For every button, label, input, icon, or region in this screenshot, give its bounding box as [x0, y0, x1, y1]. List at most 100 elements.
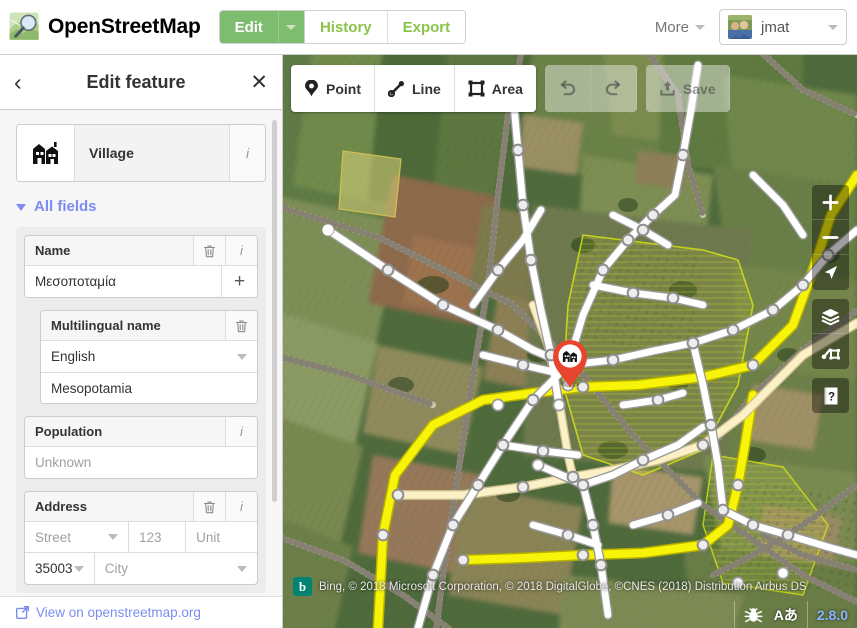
bug-icon — [744, 607, 763, 622]
imagery-attribution: b Bing, © 2018 Microsoft Corporation, © … — [293, 577, 807, 596]
zoom-controls-group — [812, 185, 849, 290]
name-input[interactable]: Μεσοποταμία — [25, 266, 221, 297]
village-icon — [17, 125, 75, 181]
address-row-1: Street 123 Unit — [25, 522, 257, 553]
help-icon: ? — [824, 387, 837, 404]
chevron-down-icon — [237, 565, 247, 572]
draw-point-button[interactable]: Point — [291, 65, 375, 112]
trash-icon[interactable] — [225, 311, 257, 340]
field-name-input-row: Μεσοποταμία + — [25, 266, 257, 297]
nav-edit-dropdown-button[interactable] — [278, 11, 305, 43]
multilingual-name-input[interactable]: Mesopotamia — [41, 373, 257, 403]
chevron-down-icon — [237, 353, 247, 360]
feature-type-label: Village — [75, 125, 229, 181]
save-icon — [660, 81, 675, 96]
all-fields-label: All fields — [34, 198, 97, 215]
report-bug-button[interactable] — [733, 601, 772, 628]
more-menu-label: More — [654, 18, 689, 36]
address-city-input[interactable]: City — [95, 553, 257, 584]
chevron-down-icon — [286, 24, 297, 30]
address-street-input[interactable]: Street — [25, 522, 129, 552]
geolocate-button[interactable] — [812, 255, 849, 290]
all-fields-disclosure[interactable]: All fields — [16, 198, 266, 215]
user-name-label: jmat — [761, 18, 790, 36]
main-nav: Edit History Export — [218, 10, 467, 44]
zoom-out-button[interactable] — [812, 220, 849, 255]
save-button[interactable]: Save — [646, 65, 730, 112]
area-icon — [468, 80, 485, 97]
locale-selector-button[interactable]: Aあ — [772, 601, 807, 628]
multilingual-language-select[interactable]: English — [41, 341, 237, 372]
openstreetmap-logo[interactable] — [8, 10, 42, 44]
field-multilingual-label: Multilingual name — [51, 318, 161, 333]
map-footer-bar: Aあ 2.8.0 — [733, 601, 857, 628]
draw-line-label: Line — [412, 80, 441, 97]
background-settings-button[interactable] — [812, 299, 849, 334]
redo-button[interactable] — [591, 65, 637, 112]
nav-export-button[interactable]: Export — [387, 11, 466, 43]
field-address-header: Address i — [25, 492, 257, 522]
map-data-button[interactable] — [812, 334, 849, 369]
tree-connector — [69, 310, 70, 311]
chevron-down-icon — [828, 24, 838, 30]
user-menu-button[interactable]: jmat — [719, 9, 847, 45]
field-population-label: Population — [35, 424, 103, 439]
field-address-label: Address — [35, 499, 88, 514]
draw-point-label: Point — [326, 80, 361, 97]
field-name-info-button[interactable]: i — [225, 236, 257, 265]
undo-button[interactable] — [545, 65, 591, 112]
help-button[interactable]: ? — [812, 378, 849, 413]
address-postcode-value: 35003 — [35, 561, 73, 576]
draw-line-button[interactable]: Line — [375, 65, 455, 112]
field-address-info-button[interactable]: i — [225, 492, 257, 521]
address-row-2: 35003 City — [25, 553, 257, 584]
map-draw-toolbar: Point Line Area Save — [291, 65, 739, 112]
map-imagery-and-vectors — [283, 55, 857, 628]
locale-label: Aあ — [773, 606, 798, 623]
field-name: Name i Μεσοποταμία + — [24, 235, 258, 298]
page-title: Edit feature — [86, 71, 186, 92]
trash-icon[interactable] — [193, 492, 225, 521]
nav-edit-button[interactable]: Edit — [219, 11, 279, 43]
draw-area-label: Area — [491, 80, 523, 97]
feature-type-info-button[interactable]: i — [229, 125, 265, 181]
sidebar-header: ‹ Edit feature ✕ — [0, 55, 282, 110]
external-link-icon — [16, 606, 29, 619]
entity-editor-sidebar: ‹ Edit feature ✕ Village i All fields Na… — [0, 55, 283, 628]
save-group: Save — [645, 65, 730, 112]
field-name-label: Name — [35, 243, 71, 258]
chevron-down-icon — [73, 565, 84, 572]
chevron-down-icon — [695, 24, 705, 30]
population-input[interactable]: Unknown — [25, 447, 257, 478]
address-housenumber-input[interactable]: 123 — [129, 522, 187, 552]
address-postcode-input[interactable]: 35003 — [25, 553, 95, 584]
multilingual-value-row: Mesopotamia — [41, 372, 257, 403]
back-button[interactable]: ‹ — [14, 70, 22, 94]
feature-type-row[interactable]: Village i — [16, 124, 266, 182]
sidebar-scrollbar[interactable] — [272, 120, 277, 502]
add-multilingual-name-button[interactable]: + — [221, 266, 257, 297]
close-icon[interactable]: ✕ — [250, 72, 268, 93]
map-canvas[interactable]: Point Line Area Save ? b Bing, © 2018 Mi… — [283, 55, 857, 628]
layers-icon — [821, 308, 840, 325]
field-address: Address i Street 123 Unit 35003 City — [24, 491, 258, 585]
zoom-in-button[interactable] — [812, 185, 849, 220]
multilingual-language-row: English — [41, 341, 257, 372]
minus-icon — [822, 235, 839, 239]
field-multilingual-header: Multilingual name — [41, 311, 257, 341]
nav-history-button[interactable]: History — [304, 11, 388, 43]
point-icon — [305, 80, 318, 97]
field-population-info-button[interactable]: i — [225, 417, 257, 446]
trash-icon[interactable] — [193, 236, 225, 265]
address-city-placeholder: City — [104, 561, 129, 576]
draw-area-button[interactable]: Area — [455, 65, 536, 112]
version-label: 2.8.0 — [816, 606, 848, 623]
version-label-item[interactable]: 2.8.0 — [806, 601, 857, 628]
fields-list: Name i Μεσοποταμία + Multilingual name E… — [16, 227, 266, 593]
field-name-header: Name i — [25, 236, 257, 266]
more-menu-button[interactable]: More — [655, 19, 705, 36]
view-on-openstreetmap-link[interactable]: View on openstreetmap.org — [36, 605, 201, 620]
address-unit-input[interactable]: Unit — [186, 522, 257, 552]
id-editor-app: OpenStreetMap Edit History Export More j… — [0, 0, 857, 628]
attribution-text: Bing, © 2018 Microsoft Corporation, © 20… — [319, 580, 807, 593]
